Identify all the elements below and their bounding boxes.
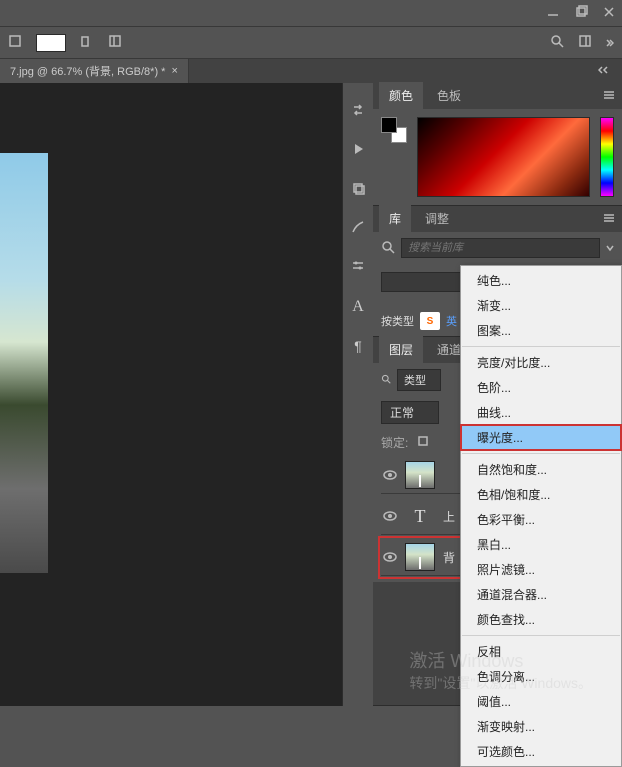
minimize-button[interactable] <box>546 5 560 22</box>
tab-swatches[interactable]: 色板 <box>427 82 471 111</box>
home-icon[interactable] <box>8 34 22 51</box>
menu-item[interactable]: 渐变... <box>461 293 621 318</box>
hue-strip[interactable] <box>600 117 614 197</box>
search-icon <box>381 240 395 257</box>
menu-item[interactable]: 照片滤镜... <box>461 557 621 582</box>
menu-item[interactable]: 图案... <box>461 318 621 343</box>
menu-item[interactable]: 纯色... <box>461 268 621 293</box>
options-bar <box>0 26 622 59</box>
panel-collapse-icon[interactable] <box>598 64 616 78</box>
adjustment-layer-menu: 纯色...渐变...图案... 亮度/对比度...色阶...曲线...曝光度...… <box>460 265 622 767</box>
visibility-eye-icon[interactable] <box>383 552 397 562</box>
layer-label: 上 <box>443 508 455 525</box>
menu-item[interactable]: 色阶... <box>461 375 621 400</box>
close-button[interactable] <box>602 5 616 22</box>
color-ramp[interactable] <box>417 117 590 197</box>
layer-label: 背 <box>443 549 455 566</box>
layer-thumb <box>405 543 435 571</box>
lock-label: 锁定: <box>381 434 408 451</box>
tab-layers[interactable]: 图层 <box>379 336 423 365</box>
canvas[interactable] <box>0 83 342 706</box>
foreground-swatch[interactable] <box>36 34 66 52</box>
document-tabbar: 7.jpg @ 66.7% (背景, RGB/8*) * × <box>0 59 622 83</box>
tool-options-icon[interactable] <box>80 34 94 51</box>
lock-pixels-icon[interactable] <box>416 434 430 451</box>
panel-toggle-icon[interactable] <box>108 34 122 51</box>
menu-item[interactable]: 颜色查找... <box>461 607 621 632</box>
menu-item[interactable]: 亮度/对比度... <box>461 350 621 375</box>
play-icon[interactable] <box>351 142 365 159</box>
menu-item[interactable]: 阈值... <box>461 689 621 714</box>
menu-item[interactable]: 色彩平衡... <box>461 507 621 532</box>
maximize-button[interactable] <box>574 5 588 22</box>
menu-item[interactable]: 反相 <box>461 639 621 664</box>
collapse-icon[interactable] <box>606 36 614 50</box>
ime-text: 英 <box>446 313 457 329</box>
color-panel: 颜色 色板 <box>373 83 622 206</box>
library-search-input[interactable] <box>401 238 600 258</box>
menu-item[interactable]: 渐变映射... <box>461 714 621 739</box>
document-image <box>0 153 48 573</box>
panel-menu-icon[interactable] <box>602 89 616 103</box>
window-titlebar <box>0 0 622 26</box>
menu-item[interactable]: 黑白... <box>461 532 621 557</box>
menu-item[interactable]: 色相/饱和度... <box>461 482 621 507</box>
blend-mode-select[interactable]: 正常 <box>381 401 439 424</box>
search-icon[interactable] <box>550 34 564 51</box>
menu-item[interactable]: 曲线... <box>461 400 621 425</box>
menu-item[interactable]: 自然饱和度... <box>461 457 621 482</box>
tab-adjustments[interactable]: 调整 <box>415 205 459 234</box>
type-icon[interactable]: A <box>352 298 364 316</box>
collapsed-panel-strip: A ¶ <box>343 83 373 706</box>
paragraph-icon[interactable]: ¶ <box>354 338 362 354</box>
layer-thumb <box>405 461 435 489</box>
swap-icon[interactable] <box>351 103 365 120</box>
dropdown-icon[interactable] <box>606 241 614 255</box>
type-layer-thumb: T <box>405 502 435 530</box>
layer-kind-select[interactable]: 类型 <box>397 369 441 391</box>
crop-icon[interactable] <box>351 181 365 198</box>
close-tab-icon[interactable]: × <box>171 65 177 77</box>
tab-color[interactable]: 颜色 <box>379 82 423 111</box>
menu-item[interactable]: 曝光度... <box>461 425 621 450</box>
tab-library[interactable]: 库 <box>379 205 411 234</box>
document-tab-label: 7.jpg @ 66.7% (背景, RGB/8*) * <box>10 63 165 79</box>
workspace-icon[interactable] <box>578 34 592 51</box>
filter-label: 按类型 <box>381 313 414 329</box>
panel-menu-icon[interactable] <box>602 212 616 226</box>
search-icon <box>381 374 391 387</box>
sliders-icon[interactable] <box>351 259 365 276</box>
menu-item[interactable]: 通道混合器... <box>461 582 621 607</box>
brush-icon[interactable] <box>351 220 365 237</box>
visibility-eye-icon[interactable] <box>383 511 397 521</box>
menu-item[interactable]: 可选颜色... <box>461 739 621 764</box>
fg-bg-swatch[interactable] <box>381 117 407 143</box>
visibility-eye-icon[interactable] <box>383 470 397 480</box>
document-tab[interactable]: 7.jpg @ 66.7% (背景, RGB/8*) * × <box>0 59 189 83</box>
ime-indicator: S <box>420 312 440 330</box>
menu-item[interactable]: 色调分离... <box>461 664 621 689</box>
